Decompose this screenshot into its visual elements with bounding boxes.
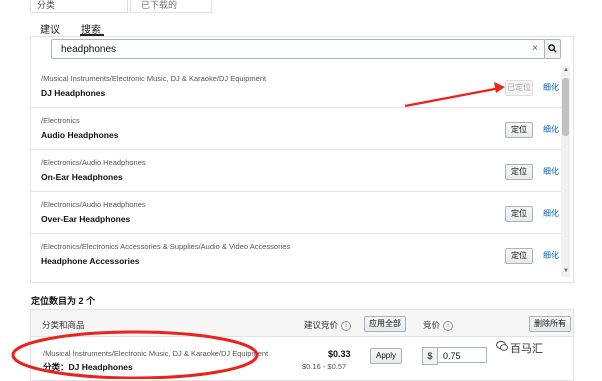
annotation-arrow: [404, 82, 505, 108]
annotation-ellipse: [11, 330, 259, 379]
annotation-layer: [11, 82, 505, 379]
